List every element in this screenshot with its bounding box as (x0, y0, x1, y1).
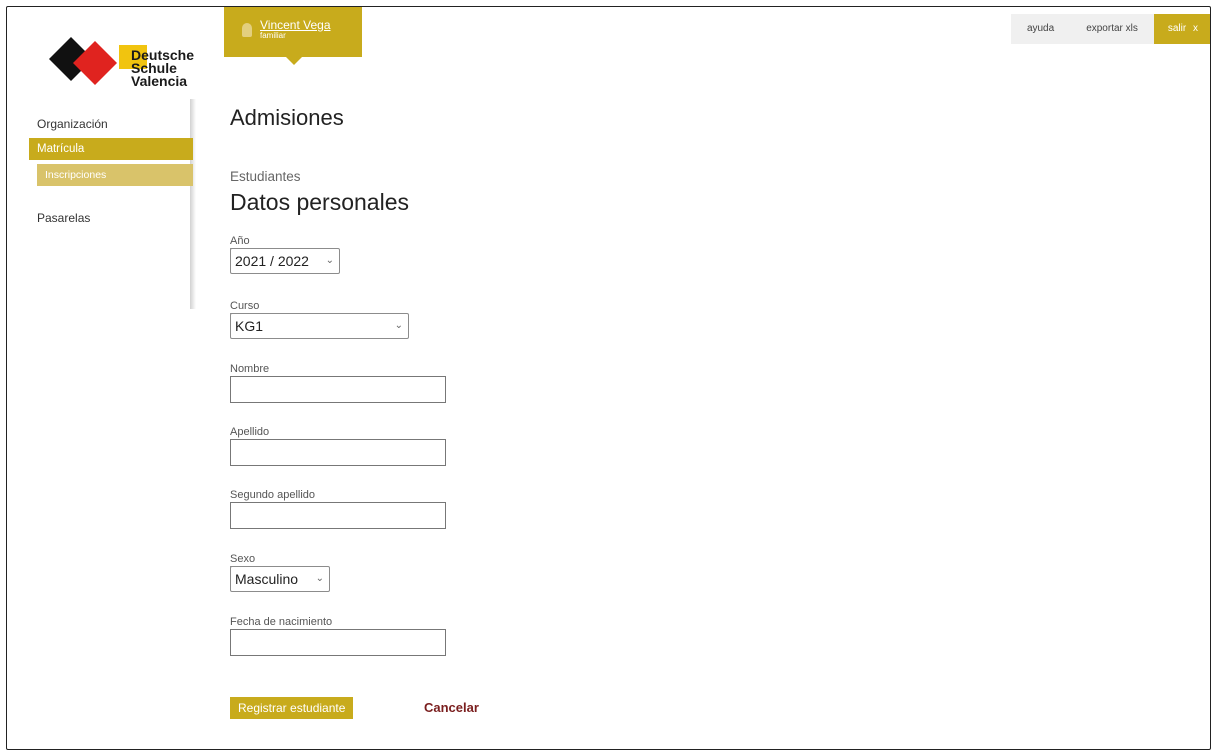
logout-label: salir (1167, 23, 1187, 34)
chevron-down-icon: ⌄ (325, 255, 334, 266)
course-select[interactable]: KG1 ⌄ (230, 313, 409, 339)
section-subtitle: Estudiantes (230, 169, 301, 184)
year-select[interactable]: 2021 / 2022 ⌄ (230, 248, 340, 274)
year-label: Año (230, 235, 250, 249)
school-logo[interactable]: Deutsche Schule Valencia (49, 37, 209, 107)
sidebar-item-organizacion[interactable]: Organización (29, 113, 193, 135)
sidebar-item-inscripciones[interactable]: Inscripciones (37, 164, 193, 186)
last-name-input[interactable] (230, 439, 446, 466)
user-avatar-icon (242, 23, 252, 37)
logo-text: Deutsche Schule Valencia (131, 48, 194, 89)
first-name-input[interactable] (230, 376, 446, 403)
section-title: Datos personales (230, 189, 409, 215)
user-name[interactable]: Vincent Vega (260, 18, 331, 32)
sex-label: Sexo (230, 553, 256, 567)
sidebar-item-matricula[interactable]: Matrícula (29, 138, 193, 160)
logo-line-3: Valencia (131, 73, 188, 89)
help-link[interactable]: ayuda (1010, 14, 1071, 44)
course-label: Curso (230, 300, 260, 314)
export-xls-link[interactable]: exportar xls (1070, 14, 1154, 44)
birth-date-input[interactable] (230, 629, 446, 656)
register-student-button[interactable]: Registrar estudiante (230, 697, 354, 719)
close-icon: x (1193, 23, 1198, 34)
chevron-down-icon: ⌄ (394, 320, 403, 331)
user-role: familiar (260, 31, 286, 40)
sidebar-item-pasarelas[interactable]: Pasarelas (29, 207, 193, 229)
course-select-value: KG1 (235, 318, 264, 334)
year-select-value: 2021 / 2022 (235, 253, 309, 269)
logout-button[interactable]: salir x (1153, 14, 1210, 44)
cancel-button[interactable]: Cancelar (424, 697, 479, 719)
second-last-name-label: Segundo apellido (230, 489, 316, 503)
first-name-label: Nombre (230, 363, 270, 377)
birth-date-label: Fecha de nacimiento (230, 616, 333, 630)
last-name-label: Apellido (230, 426, 270, 440)
page-title: Admisiones (230, 105, 344, 130)
top-toolbar: ayuda exportar xls salir x (1010, 14, 1210, 44)
sidebar: Organización Matrícula Inscripciones Pas… (29, 105, 193, 315)
user-tab[interactable]: Vincent Vega familiar (224, 7, 362, 65)
app-window: Deutsche Schule Valencia Vincent Vega fa… (6, 6, 1211, 750)
second-last-name-input[interactable] (230, 502, 446, 529)
sex-select-value: Masculino (235, 571, 299, 587)
chevron-down-icon: ⌄ (315, 573, 324, 584)
sex-select[interactable]: Masculino ⌄ (230, 566, 330, 592)
